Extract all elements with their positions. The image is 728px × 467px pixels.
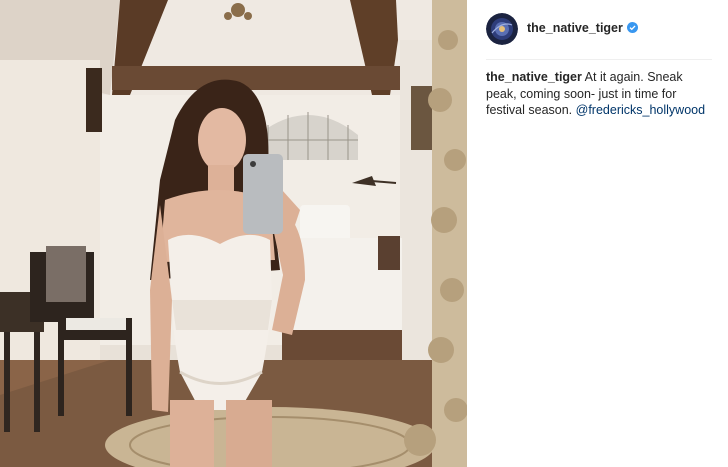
instagram-post: the_native_tiger the_native_tiger At it … — [0, 0, 728, 467]
photo-illustration — [0, 0, 467, 467]
caption-mention-link[interactable]: @fredericks_hollywood — [576, 103, 705, 117]
header-divider — [486, 59, 712, 60]
avatar[interactable] — [486, 13, 518, 45]
post-photo[interactable] — [0, 0, 467, 467]
post-sidebar: the_native_tiger the_native_tiger At it … — [467, 0, 728, 467]
caption-author-link[interactable]: the_native_tiger — [486, 70, 582, 84]
post-caption: the_native_tiger At it again. Sneak peak… — [486, 69, 716, 119]
username-link[interactable]: the_native_tiger — [527, 21, 638, 35]
post-header: the_native_tiger — [467, 0, 728, 60]
galaxy-avatar-icon — [486, 13, 518, 45]
username-text: the_native_tiger — [527, 21, 623, 35]
verified-badge-icon — [626, 22, 638, 33]
